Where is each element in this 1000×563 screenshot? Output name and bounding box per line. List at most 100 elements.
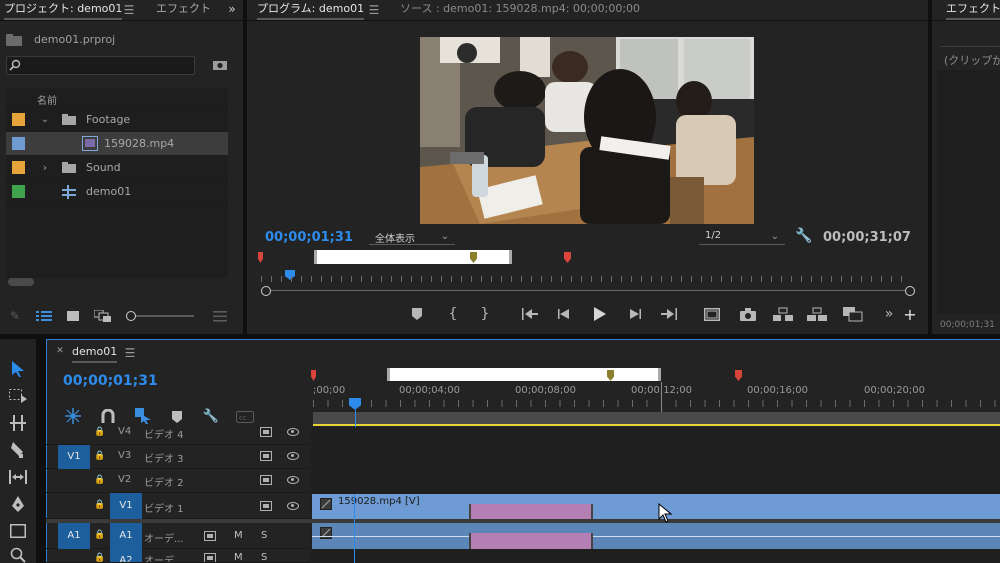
- eye-icon[interactable]: [287, 428, 299, 436]
- horizontal-scrollbar[interactable]: [8, 278, 34, 286]
- tab-effects[interactable]: エフェクト: [156, 0, 211, 20]
- out-point-marker[interactable]: [564, 252, 571, 263]
- pen-tool-icon[interactable]: [8, 494, 28, 514]
- extract-button[interactable]: [806, 305, 828, 323]
- slip-tool-icon[interactable]: [8, 467, 28, 487]
- scroll-end-handle[interactable]: [905, 286, 915, 296]
- search-input[interactable]: [6, 56, 195, 75]
- play-button[interactable]: [591, 305, 609, 323]
- more-controls-icon[interactable]: »: [880, 305, 898, 323]
- freeform-view-icon[interactable]: [94, 309, 112, 323]
- video-frame[interactable]: [420, 37, 754, 224]
- column-header-name[interactable]: 名前: [37, 92, 57, 107]
- work-area-bar[interactable]: [387, 368, 661, 381]
- audio-clip[interactable]: [312, 523, 1000, 549]
- eye-icon[interactable]: [287, 502, 299, 510]
- tab-program[interactable]: プログラム: demo01: [257, 0, 365, 20]
- lock-icon[interactable]: 🔒: [94, 426, 106, 438]
- list-item[interactable]: demo01: [6, 179, 228, 203]
- ripple-edit-tool-icon[interactable]: [8, 413, 28, 433]
- list-item[interactable]: 159028.mp4: [6, 131, 228, 155]
- add-marker-button[interactable]: [408, 305, 426, 323]
- mute-button[interactable]: M: [234, 530, 243, 541]
- mark-out-button[interactable]: }: [476, 305, 494, 323]
- film-icon[interactable]: [260, 475, 272, 485]
- selection-tool-icon[interactable]: [8, 359, 28, 379]
- mark-in-button[interactable]: {: [444, 305, 462, 323]
- rectangle-tool-icon[interactable]: [8, 521, 28, 541]
- tab-source[interactable]: ソース : demo01: 159028.mp4: 00;00;00;00: [400, 0, 640, 20]
- track-header-a2[interactable]: 🔒 A2 オーデ... M S: [46, 549, 310, 563]
- track-header-v3[interactable]: V1 🔒 V3 ビデオ 3: [46, 445, 310, 469]
- safe-margins-button[interactable]: [703, 305, 721, 323]
- panel-menu-icon[interactable]: ☰: [367, 3, 381, 17]
- quality-dropdown[interactable]: 1/2 ⌄: [699, 228, 785, 245]
- list-item[interactable]: ⌄ Footage: [6, 107, 228, 131]
- label-color-swatch[interactable]: [12, 185, 25, 198]
- lift-button[interactable]: [772, 305, 794, 323]
- chevron-down-icon[interactable]: ⌄: [40, 113, 50, 125]
- label-color-swatch[interactable]: [12, 113, 25, 126]
- go-to-in-button[interactable]: [521, 305, 539, 323]
- step-back-button[interactable]: [555, 305, 573, 323]
- step-forward-button[interactable]: [626, 305, 644, 323]
- icon-view-icon[interactable]: [66, 309, 80, 323]
- source-patch-a1[interactable]: A1: [58, 523, 90, 549]
- pencil-icon[interactable]: ✎: [8, 309, 22, 323]
- zoom-slider[interactable]: [130, 315, 194, 317]
- audio-level-line[interactable]: [312, 536, 1000, 537]
- scroll-bar[interactable]: [266, 290, 910, 291]
- panel-menu-icon[interactable]: ☰: [123, 346, 137, 360]
- zoom-tool-icon[interactable]: [8, 546, 28, 563]
- label-color-swatch[interactable]: [12, 161, 25, 174]
- panel-menu-icon[interactable]: ☰: [122, 3, 136, 17]
- track-target-a1[interactable]: A1: [110, 523, 142, 549]
- solo-button[interactable]: S: [261, 530, 267, 541]
- track-target-v1[interactable]: V1: [110, 493, 142, 519]
- track-header-v2[interactable]: 🔒 V2 ビデオ 2: [46, 469, 310, 493]
- solo-button[interactable]: S: [261, 552, 267, 562]
- film-icon[interactable]: [260, 427, 272, 437]
- track-header-a1[interactable]: A1 🔒 A1 オーデ... M S: [46, 523, 310, 549]
- zoom-dropdown[interactable]: 全体表示 ⌄: [369, 228, 455, 245]
- lock-icon[interactable]: 🔒: [94, 529, 106, 541]
- expand-tabs-icon[interactable]: »: [225, 2, 239, 16]
- track-target-a2[interactable]: A2: [110, 549, 142, 562]
- export-frame-button[interactable]: [739, 305, 757, 323]
- eye-icon[interactable]: [287, 452, 299, 460]
- lock-icon[interactable]: 🔒: [94, 499, 106, 511]
- chevron-right-icon[interactable]: ›: [40, 161, 50, 174]
- film-icon[interactable]: [260, 501, 272, 511]
- tab-sequence[interactable]: demo01: [72, 343, 118, 363]
- source-patch-v1[interactable]: V1: [58, 445, 90, 469]
- track-header-v1[interactable]: 🔒 V1 ビデオ 1: [46, 493, 310, 519]
- voiceover-icon[interactable]: [204, 553, 216, 562]
- film-icon[interactable]: [260, 451, 272, 461]
- list-item[interactable]: › Sound: [6, 155, 228, 179]
- find-icon[interactable]: [212, 58, 228, 72]
- voiceover-icon[interactable]: [204, 531, 216, 541]
- video-clip[interactable]: 159028.mp4 [V]: [312, 494, 1000, 519]
- lock-icon[interactable]: 🔒: [94, 450, 106, 462]
- add-button-icon[interactable]: +: [901, 305, 919, 324]
- in-point-marker[interactable]: [258, 252, 263, 263]
- tab-effect-controls[interactable]: エフェクトコ: [946, 0, 1000, 20]
- track-header-v4[interactable]: 🔒 V4 ビデオ 4: [46, 421, 310, 445]
- tab-project[interactable]: プロジェクト: demo01: [4, 0, 123, 20]
- eye-icon[interactable]: [287, 476, 299, 484]
- track-select-tool-icon[interactable]: [8, 386, 28, 406]
- timeline-timecode[interactable]: 00;00;01;31: [63, 373, 158, 389]
- list-view-icon[interactable]: [36, 309, 52, 323]
- zoom-slider-handle[interactable]: [126, 311, 136, 321]
- lock-icon[interactable]: 🔒: [94, 474, 106, 486]
- compare-view-button[interactable]: [842, 305, 864, 323]
- wrench-icon[interactable]: 🔧: [795, 228, 812, 244]
- close-icon[interactable]: ✕: [55, 346, 65, 356]
- label-color-swatch[interactable]: [12, 137, 25, 150]
- scroll-start-handle[interactable]: [261, 286, 271, 296]
- mute-button[interactable]: M: [234, 552, 243, 562]
- in-out-range[interactable]: [314, 250, 512, 264]
- sort-icon[interactable]: [212, 309, 228, 323]
- go-to-out-button[interactable]: [660, 305, 678, 323]
- razor-tool-icon[interactable]: [8, 440, 28, 460]
